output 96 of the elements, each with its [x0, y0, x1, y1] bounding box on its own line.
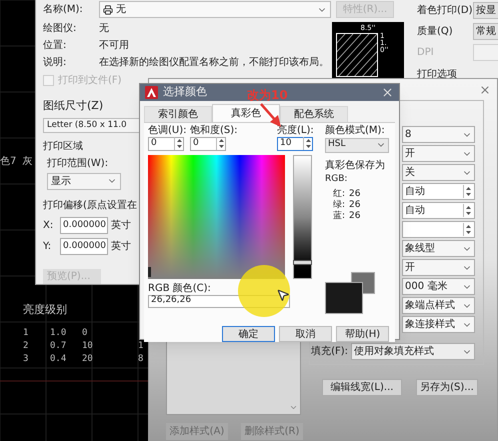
- info-label: 位置:: [43, 38, 68, 53]
- field-label: 亮度(L):: [277, 124, 315, 136]
- canvas-table-cell-text: 20: [82, 354, 94, 365]
- option-dropdown[interactable]: 按显: [473, 2, 498, 19]
- option-label: 质量(Q): [417, 24, 454, 39]
- fill-dropdown[interactable]: 使用对象填充样式: [351, 343, 475, 360]
- property-dropdown[interactable]: 开: [402, 259, 475, 276]
- app-logo-icon: [145, 86, 158, 99]
- property-spinner[interactable]: [402, 221, 475, 238]
- channel-label: 蓝:: [333, 210, 346, 223]
- checkbox-label: 打印到文件(F): [58, 74, 122, 88]
- tab[interactable]: 真彩色: [212, 104, 280, 122]
- spinner-input[interactable]: 0: [190, 136, 226, 150]
- printer-dropdown[interactable]: 无: [99, 1, 331, 18]
- section-subtitle: RGB:: [325, 172, 348, 186]
- group-title: 打印区域: [43, 140, 83, 154]
- editor-button[interactable]: 另存为(S)...: [416, 379, 478, 396]
- section-title: 真彩色保存为: [325, 158, 386, 172]
- canvas-title: 亮度级别: [23, 302, 67, 318]
- property-dropdown[interactable]: 象线型: [402, 240, 475, 257]
- canvas-table-cell-text: 1: [138, 341, 144, 352]
- canvas-table-cell-text: 0.7: [50, 341, 68, 352]
- info-value: 无: [99, 22, 109, 36]
- offset-input[interactable]: 0.000000: [60, 238, 108, 255]
- group-title: 打印偏移(原点设置在: [43, 198, 137, 213]
- offset-input[interactable]: 0.000000: [60, 216, 108, 234]
- property-dropdown[interactable]: 000 毫米: [402, 278, 475, 295]
- dialog-button[interactable]: 取消: [279, 326, 332, 342]
- channel-value: 26: [349, 198, 360, 211]
- option-label: 着色打印(D): [417, 4, 473, 18]
- canvas-table-cell-text: 1.0: [50, 328, 68, 339]
- hatched-paper-icon: [336, 33, 378, 77]
- canvas-table-cell-text: 1: [23, 328, 30, 339]
- group-title: 打印选项: [417, 68, 458, 82]
- info-label: 说明:: [43, 56, 68, 70]
- property-dropdown[interactable]: 象端点样式: [402, 297, 475, 314]
- canvas-table-cell-text: 8: [138, 354, 144, 365]
- channel-value: 26: [349, 188, 360, 200]
- printer-icon: [103, 4, 113, 14]
- close-icon[interactable]: [479, 84, 491, 96]
- property-dropdown[interactable]: 象连接样式: [402, 316, 475, 333]
- tab[interactable]: 配色系统: [280, 106, 348, 122]
- slider-thumb[interactable]: [293, 260, 312, 266]
- channel-label: 绿:: [333, 198, 346, 210]
- unit-label: 英寸: [111, 240, 131, 254]
- channel-value: 26: [349, 210, 360, 223]
- property-dropdown[interactable]: 开: [402, 145, 475, 162]
- field-label: 填充(F):: [311, 344, 348, 359]
- field-label: X:: [43, 218, 54, 233]
- spinner-arrows-icon: [463, 223, 472, 236]
- info-value: 在选择新的绘图仪配置名称之前，不能打印该布局。: [99, 56, 329, 70]
- field-label: 色调(U):: [148, 124, 188, 136]
- canvas-text: 灰: [22, 155, 32, 169]
- close-icon[interactable]: [381, 86, 394, 99]
- spinner-arrows-icon: [463, 204, 472, 217]
- group-title: 图纸尺寸(Z): [43, 98, 104, 114]
- editor-button[interactable]: 编辑线宽(L)...: [322, 379, 402, 396]
- field-label: 打印范围(W):: [47, 156, 108, 171]
- annotation-text: 改为10: [247, 87, 288, 104]
- property-dropdown[interactable]: 关: [402, 164, 475, 181]
- field-label: 颜色模式(M):: [325, 124, 386, 136]
- canvas-table-cell-text: 2: [23, 341, 30, 352]
- info-label: 绘图仪:: [43, 22, 78, 36]
- field-label: RGB 颜色(C):: [148, 282, 212, 294]
- dialog-title: 选择颜色: [163, 84, 207, 100]
- canvas-table-cell-text: 3: [23, 354, 30, 365]
- tab[interactable]: 索引颜色: [144, 106, 212, 122]
- spinner-arrows-icon: [174, 137, 183, 150]
- dialog-button[interactable]: 确定: [222, 326, 275, 342]
- color-mode-dropdown[interactable]: HSL: [325, 138, 389, 152]
- field-label: Y:: [43, 240, 52, 254]
- canvas-text: 色7: [0, 155, 16, 169]
- field-label: 饱和度(S):: [190, 124, 239, 136]
- unit-label: 英寸: [111, 218, 131, 233]
- spinner-arrows-icon: [216, 137, 225, 150]
- spinner-input[interactable]: 0: [148, 136, 184, 150]
- plot-range-dropdown[interactable]: 显示: [47, 172, 121, 190]
- spinner-input[interactable]: 10: [277, 136, 313, 150]
- option-dropdown[interactable]: 常规: [473, 23, 498, 40]
- canvas-table-cell-text: 10: [82, 341, 94, 352]
- new-color-swatch: [325, 282, 363, 314]
- field-label: 名称(M):: [43, 3, 84, 17]
- option-label: DPI: [417, 46, 435, 60]
- spinner-arrows-icon: [303, 137, 312, 150]
- spinner-arrows-icon: [463, 185, 472, 198]
- channel-label: 红:: [333, 188, 346, 200]
- luminance-slider[interactable]: [293, 154, 312, 278]
- canvas-table-cell-text: 0: [82, 328, 88, 339]
- property-dropdown[interactable]: 8: [402, 126, 475, 143]
- canvas-table-cell-text: 0.4: [50, 354, 68, 365]
- property-spinner[interactable]: 自动: [402, 202, 475, 219]
- pointer-icon: [276, 288, 290, 302]
- scroll-down-icon[interactable]: [289, 403, 298, 412]
- info-value: 不可用: [99, 39, 129, 53]
- dialog-button[interactable]: 帮助(H): [336, 326, 389, 342]
- property-spinner[interactable]: 自动: [402, 183, 475, 200]
